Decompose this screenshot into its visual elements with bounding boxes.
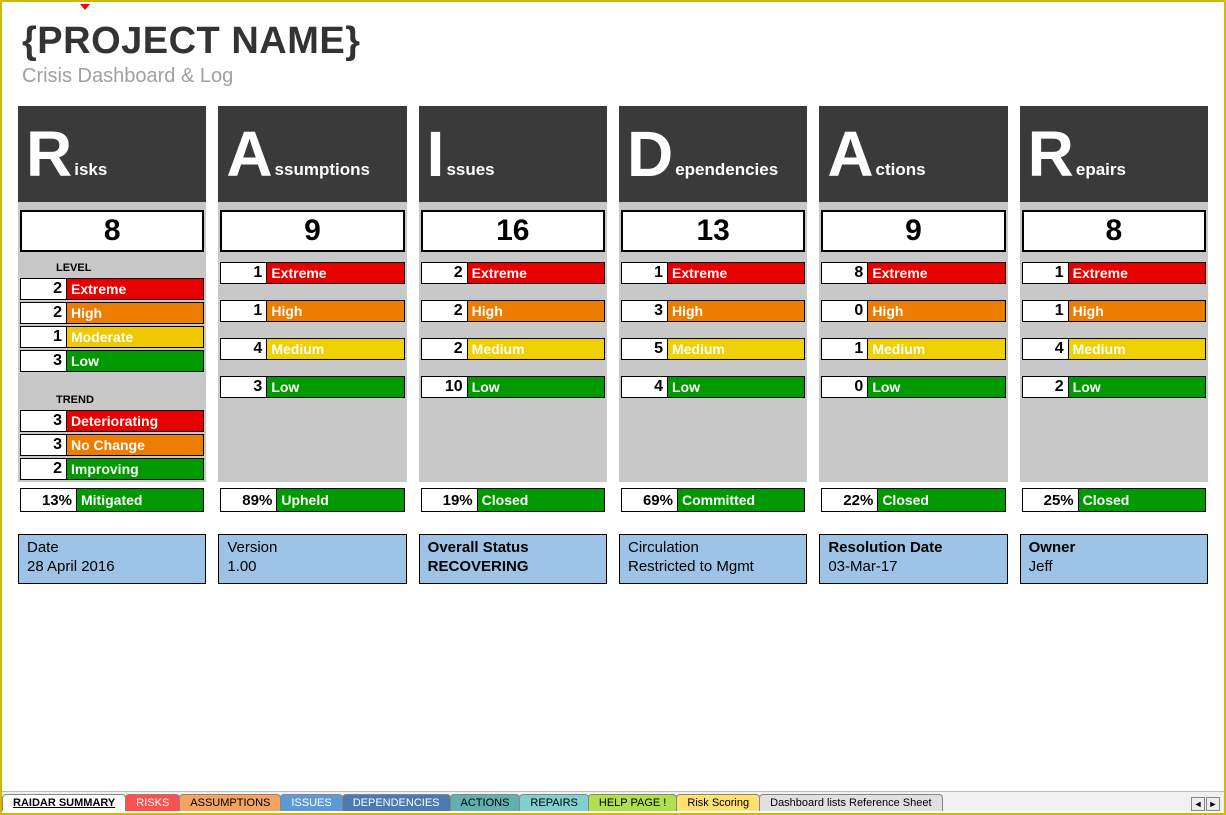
tab-raidar-summary[interactable]: RAIDAR SUMMARY	[2, 794, 126, 811]
repairs-low: 2Low	[1022, 376, 1206, 398]
risks-pct-mitigated: 13% Mitigated	[20, 488, 204, 512]
tab-risk-scoring[interactable]: Risk Scoring	[676, 794, 760, 811]
level-section-label: LEVEL	[18, 260, 206, 276]
column-header-risks: R isks	[18, 106, 206, 202]
raidar-grid: R isks 8 LEVEL 2 Extreme 2 High 1 Modera…	[2, 98, 1224, 516]
dashboard-header: {PROJECT NAME} Crisis Dashboard & Log	[2, 2, 1224, 98]
column-header-assumptions: A ssumptions	[218, 106, 406, 202]
assumptions-low: 3Low	[220, 376, 404, 398]
risks-trend-deteriorating: 3 Deteriorating	[20, 410, 204, 432]
trend-section-label: TREND	[18, 392, 206, 408]
dependencies-high: 3High	[621, 300, 805, 322]
repairs-pct-closed: 25%Closed	[1022, 488, 1206, 512]
footer-date: Date 28 April 2016	[18, 534, 206, 584]
column-actions: A ctions 9 8Extreme 0High 1Medium 0Low 2…	[819, 106, 1007, 516]
risks-count: 8	[20, 210, 204, 252]
repairs-extreme: 1Extreme	[1022, 262, 1206, 284]
assumptions-medium: 4Medium	[220, 338, 404, 360]
tab-help[interactable]: HELP PAGE !	[588, 794, 677, 811]
issues-medium: 2Medium	[421, 338, 605, 360]
dependencies-count: 13	[621, 210, 805, 252]
issues-high: 2High	[421, 300, 605, 322]
actions-count: 9	[821, 210, 1005, 252]
tab-dependencies[interactable]: DEPENDENCIES	[342, 794, 451, 811]
dependencies-low: 4Low	[621, 376, 805, 398]
comment-indicator-icon	[80, 4, 90, 10]
assumptions-count: 9	[220, 210, 404, 252]
repairs-count: 8	[1022, 210, 1206, 252]
risks-trend-improving: 2 Improving	[20, 458, 204, 480]
dependencies-medium: 5Medium	[621, 338, 805, 360]
footer-circulation: Circulation Restricted to Mgmt	[619, 534, 807, 584]
dashboard-subtitle: Crisis Dashboard & Log	[22, 65, 1204, 88]
project-title: {PROJECT NAME}	[22, 20, 1204, 63]
tab-repairs[interactable]: REPAIRS	[519, 794, 588, 811]
assumptions-pct-upheld: 89%Upheld	[220, 488, 404, 512]
issues-pct-closed: 19%Closed	[421, 488, 605, 512]
column-header-dependencies: D ependencies	[619, 106, 807, 202]
actions-high: 0High	[821, 300, 1005, 322]
footer-owner: Owner Jeff	[1020, 534, 1208, 584]
column-header-issues: I ssues	[419, 106, 607, 202]
column-repairs: R epairs 8 1Extreme 1High 4Medium 2Low 2…	[1020, 106, 1208, 516]
tab-assumptions[interactable]: ASSUMPTIONS	[179, 794, 281, 811]
column-header-actions: A ctions	[819, 106, 1007, 202]
tab-issues[interactable]: ISSUES	[280, 794, 342, 811]
footer-overall-status: Overall Status RECOVERING	[419, 534, 607, 584]
column-assumptions: A ssumptions 9 1Extreme 1High 4Medium 3L…	[218, 106, 406, 516]
risks-trend-nochange: 3 No Change	[20, 434, 204, 456]
tab-reference-sheet[interactable]: Dashboard lists Reference Sheet	[759, 794, 942, 811]
risks-level-extreme: 2 Extreme	[20, 278, 204, 300]
dependencies-pct-committed: 69%Committed	[621, 488, 805, 512]
footer-resolution-date: Resolution Date 03-Mar-17	[819, 534, 1007, 584]
assumptions-extreme: 1Extreme	[220, 262, 404, 284]
footer-info-row: Date 28 April 2016 Version 1.00 Overall …	[2, 516, 1224, 584]
dependencies-extreme: 1Extreme	[621, 262, 805, 284]
column-dependencies: D ependencies 13 1Extreme 3High 5Medium …	[619, 106, 807, 516]
actions-extreme: 8Extreme	[821, 262, 1005, 284]
tab-scroll-left-icon[interactable]: ◄	[1191, 797, 1205, 811]
column-risks: R isks 8 LEVEL 2 Extreme 2 High 1 Modera…	[18, 106, 206, 516]
tab-actions[interactable]: ACTIONS	[450, 794, 521, 811]
repairs-medium: 4Medium	[1022, 338, 1206, 360]
issues-extreme: 2Extreme	[421, 262, 605, 284]
risks-level-high: 2 High	[20, 302, 204, 324]
column-header-repairs: R epairs	[1020, 106, 1208, 202]
repairs-high: 1High	[1022, 300, 1206, 322]
tab-scroll-right-icon[interactable]: ►	[1206, 797, 1220, 811]
issues-low: 10Low	[421, 376, 605, 398]
assumptions-high: 1High	[220, 300, 404, 322]
column-label: isks	[74, 160, 107, 202]
sheet-tab-bar: RAIDAR SUMMARY RISKS ASSUMPTIONS ISSUES …	[2, 791, 1224, 811]
footer-version: Version 1.00	[218, 534, 406, 584]
actions-pct-closed: 22%Closed	[821, 488, 1005, 512]
risks-level-moderate: 1 Moderate	[20, 326, 204, 348]
issues-count: 16	[421, 210, 605, 252]
actions-medium: 1Medium	[821, 338, 1005, 360]
column-letter: R	[26, 122, 72, 186]
actions-low: 0Low	[821, 376, 1005, 398]
column-issues: I ssues 16 2Extreme 2High 2Medium 10Low …	[419, 106, 607, 516]
risks-level-low: 3 Low	[20, 350, 204, 372]
tab-risks[interactable]: RISKS	[125, 794, 180, 811]
tab-scroll-controls: ◄ ►	[1190, 797, 1224, 811]
